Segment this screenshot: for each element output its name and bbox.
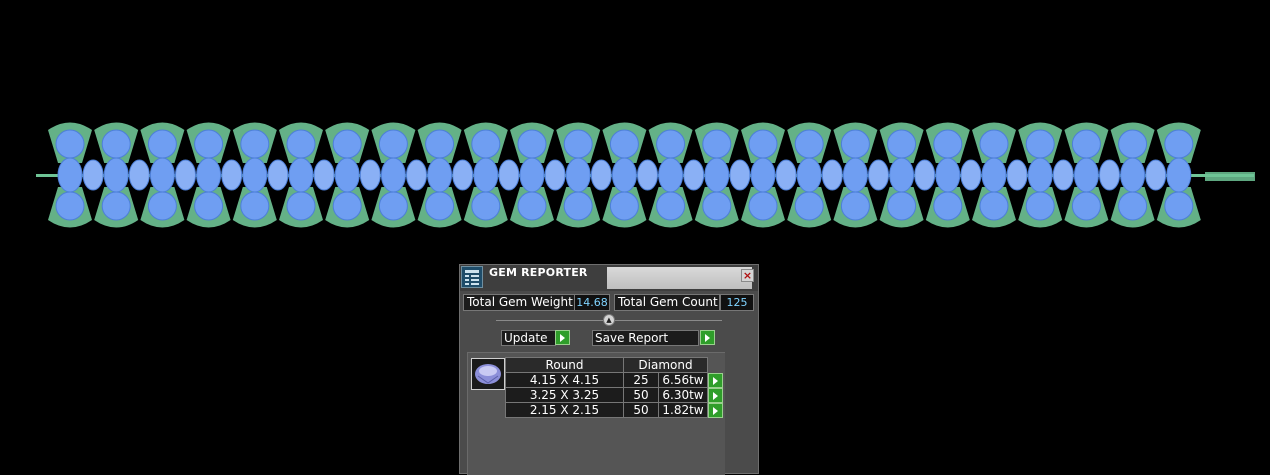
panel-title: GEM REPORTER bbox=[489, 266, 588, 279]
gem-count: 50 bbox=[623, 387, 659, 403]
total-gem-count-value: 125 bbox=[720, 294, 754, 311]
column-header-round: Round bbox=[505, 357, 624, 373]
gem-size: 2.15 X 2.15 bbox=[505, 402, 624, 418]
save-report-play-icon[interactable] bbox=[700, 330, 715, 345]
column-header-diamond: Diamond bbox=[623, 357, 708, 373]
gem-count: 25 bbox=[623, 372, 659, 388]
title-bar-fill bbox=[607, 267, 752, 289]
splitter-handle[interactable]: ▲ bbox=[603, 314, 615, 326]
update-play-icon[interactable] bbox=[555, 330, 570, 345]
total-gem-weight-label: Total Gem Weight bbox=[463, 294, 579, 311]
total-gem-weight-value: 14.68 bbox=[574, 294, 610, 311]
gem-weight: 6.56tw bbox=[658, 372, 708, 388]
row-play-icon[interactable] bbox=[708, 402, 723, 418]
3d-viewport[interactable]: GEM REPORTER × Total Gem Weight 14.68 To… bbox=[0, 0, 1270, 475]
gem-weight: 1.82tw bbox=[658, 402, 708, 418]
bracelet-model[interactable] bbox=[0, 0, 1270, 260]
close-icon[interactable]: × bbox=[741, 269, 754, 282]
panel-titlebar[interactable]: GEM REPORTER × bbox=[460, 265, 758, 291]
gem-weight: 6.30tw bbox=[658, 387, 708, 403]
round-gem-thumbnail-icon[interactable] bbox=[471, 358, 505, 390]
gem-table: Round Diamond 4.15 X 4.15 25 6.56tw 3.25… bbox=[505, 357, 725, 418]
table-row[interactable]: 4.15 X 4.15 25 6.56tw bbox=[505, 372, 725, 388]
gem-size: 3.25 X 3.25 bbox=[505, 387, 624, 403]
total-gem-count-label: Total Gem Count bbox=[614, 294, 720, 311]
update-button[interactable]: Update bbox=[501, 330, 556, 346]
save-report-button[interactable]: Save Report bbox=[592, 330, 699, 346]
gem-size: 4.15 X 4.15 bbox=[505, 372, 624, 388]
gem-reporter-logo-icon bbox=[461, 266, 483, 288]
table-row[interactable]: 3.25 X 3.25 50 6.30tw bbox=[505, 387, 725, 403]
gem-reporter-panel: GEM REPORTER × Total Gem Weight 14.68 To… bbox=[459, 264, 759, 475]
table-row[interactable]: 2.15 X 2.15 50 1.82tw bbox=[505, 402, 725, 418]
gem-list: Round Diamond 4.15 X 4.15 25 6.56tw 3.25… bbox=[467, 352, 725, 475]
row-play-icon[interactable] bbox=[708, 372, 723, 388]
gem-count: 50 bbox=[623, 402, 659, 418]
row-play-icon[interactable] bbox=[708, 387, 723, 403]
clasp bbox=[1205, 172, 1255, 181]
